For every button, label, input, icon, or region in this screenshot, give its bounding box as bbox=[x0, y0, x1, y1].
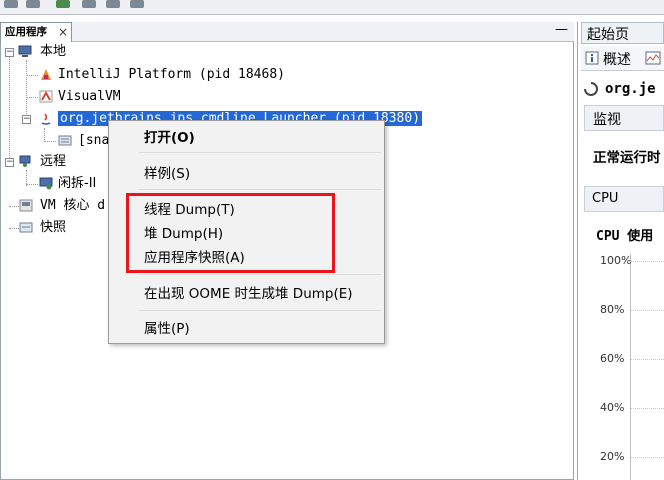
y-tick-label: 100% bbox=[600, 254, 632, 267]
monitor-label[interactable]: 监视 bbox=[593, 109, 621, 129]
loading-spinner-icon bbox=[584, 82, 598, 96]
y-tick-label: 40% bbox=[600, 401, 625, 414]
remote-host-icon bbox=[19, 155, 31, 167]
tree-line bbox=[9, 56, 10, 166]
window-icon[interactable] bbox=[130, 0, 144, 8]
menu-item-properties[interactable]: 属性(P) bbox=[144, 319, 190, 339]
collapse-local-toggle[interactable]: − bbox=[5, 48, 14, 57]
monitor-chart-icon[interactable] bbox=[645, 51, 661, 65]
y-tick-label: 20% bbox=[600, 450, 625, 463]
start-page-tab-label: 起始页 bbox=[587, 27, 629, 43]
snapshots-icon bbox=[19, 222, 33, 233]
tree-node-vm-core[interactable]: VM 核心 d bbox=[40, 196, 105, 216]
tree-node-remote-child[interactable]: 闲拆-II bbox=[58, 174, 96, 194]
menu-item-open[interactable]: 打开(O) bbox=[144, 128, 195, 148]
grid-line bbox=[630, 310, 664, 311]
y-tick-label: 80% bbox=[600, 303, 625, 316]
tree-node-visualvm[interactable]: VisualVM bbox=[58, 87, 121, 107]
java-icon bbox=[41, 113, 51, 125]
menu-item-heap-dump-on-oome[interactable]: 在出现 OOME 时生成堆 Dump(E) bbox=[144, 284, 353, 304]
grid-line bbox=[630, 359, 664, 360]
snapshot-icon bbox=[58, 135, 72, 146]
minimize-button[interactable]: — bbox=[555, 23, 568, 39]
tree-line bbox=[26, 97, 38, 98]
y-tick-label: 60% bbox=[600, 352, 625, 365]
remote-computer-icon bbox=[39, 177, 53, 190]
top-toolbar bbox=[0, 0, 664, 15]
tree-line bbox=[26, 184, 38, 185]
tree-node-snapshots[interactable]: 快照 bbox=[40, 218, 66, 238]
visualvm-icon bbox=[39, 90, 53, 103]
intellij-icon bbox=[41, 69, 51, 80]
applications-panel-header bbox=[0, 22, 574, 42]
cpu-section: CPU bbox=[584, 186, 664, 212]
menu-separator bbox=[139, 310, 381, 311]
tree-node-intellij[interactable]: IntelliJ Platform (pid 18468) bbox=[58, 65, 285, 85]
add-remote-host-icon[interactable] bbox=[56, 0, 70, 8]
tree-line bbox=[26, 75, 38, 76]
computer-icon bbox=[18, 45, 32, 57]
app-header-title: org.je bbox=[605, 81, 656, 97]
monitor-section: 监视 bbox=[584, 105, 664, 131]
tree-node-snapshot[interactable]: [sna bbox=[78, 131, 109, 151]
menu-separator bbox=[139, 274, 381, 275]
start-page-tab[interactable]: 起始页 bbox=[581, 22, 664, 44]
menu-separator bbox=[139, 152, 381, 153]
tree-line bbox=[9, 206, 19, 207]
grid-line bbox=[630, 408, 664, 409]
cpu-usage-label: CPU 使用 bbox=[596, 229, 654, 244]
menu-separator bbox=[139, 189, 381, 190]
grid-line bbox=[630, 457, 664, 458]
add-application-icon[interactable] bbox=[4, 0, 18, 8]
tree-node-local[interactable]: 本地 bbox=[40, 42, 66, 62]
cpu-tab-label[interactable]: CPU bbox=[592, 191, 618, 206]
tab-applications[interactable]: 应用程序 × bbox=[0, 22, 72, 42]
menu-item-sample[interactable]: 样例(S) bbox=[144, 164, 190, 184]
uptime-label: 正常运行时 bbox=[593, 150, 661, 166]
tree-line bbox=[9, 228, 19, 229]
tree-node-remote[interactable]: 远程 bbox=[40, 152, 66, 172]
info-icon bbox=[585, 51, 599, 65]
add-jmx-icon[interactable] bbox=[26, 0, 40, 8]
tree-line bbox=[26, 60, 27, 120]
tree-line bbox=[44, 141, 56, 142]
tab-applications-label: 应用程序 bbox=[5, 26, 47, 38]
grid-line bbox=[630, 261, 664, 262]
load-dump-icon[interactable] bbox=[82, 0, 96, 8]
cpu-chart-axis bbox=[630, 254, 631, 480]
collapse-launcher-toggle[interactable]: − bbox=[22, 115, 31, 124]
compare-snapshots-icon[interactable] bbox=[106, 0, 120, 8]
highlight-box bbox=[126, 193, 335, 273]
close-icon[interactable]: × bbox=[58, 23, 68, 41]
subtab-overview-label[interactable]: 概述 bbox=[603, 49, 631, 69]
collapse-remote-toggle[interactable]: − bbox=[5, 158, 14, 167]
subtab-bar: 概述 bbox=[581, 46, 664, 71]
core-dump-icon bbox=[19, 199, 33, 212]
tree-line bbox=[44, 128, 45, 142]
